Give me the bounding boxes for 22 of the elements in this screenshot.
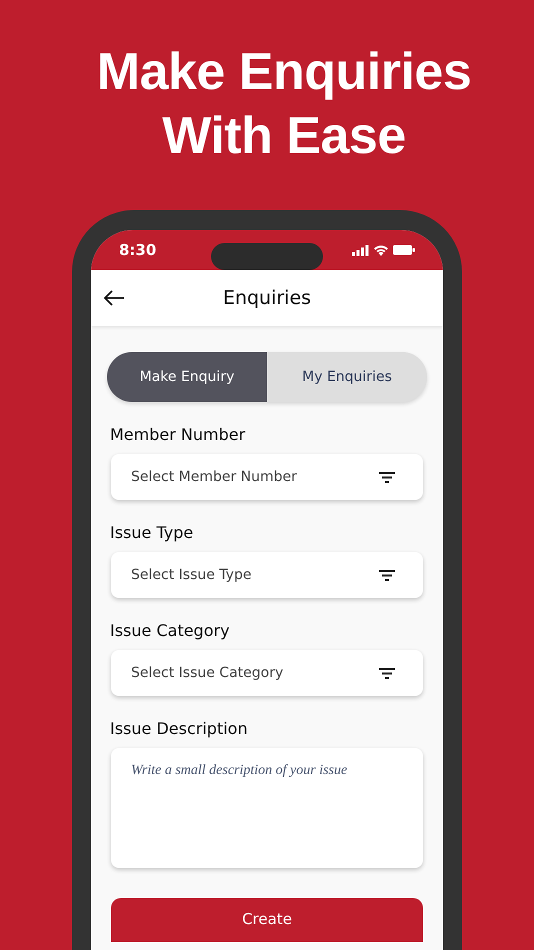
headline-line: With Ease (162, 106, 406, 167)
segment-tab[interactable]: Make Enquiry (107, 352, 267, 402)
field-label: Issue Type (110, 522, 194, 543)
headline-line: Make Enquiries (96, 42, 472, 103)
select-field[interactable]: Select Issue Category (111, 650, 423, 696)
status-time: 8:30 (119, 240, 156, 262)
create-button[interactable]: Create (111, 898, 423, 942)
screen-title: Enquiries (222, 286, 312, 311)
filter-icon[interactable] (379, 668, 395, 678)
battery-icon (393, 245, 415, 255)
select-field[interactable]: Select Member Number (111, 454, 423, 500)
field-label: Issue Category (110, 620, 231, 641)
field-label: Issue Description (110, 718, 249, 739)
segment-tab[interactable]: My Enquiries (267, 352, 427, 402)
description-field[interactable]: Write a small description of your issue (111, 748, 423, 868)
filter-icon[interactable] (379, 472, 395, 482)
filter-icon[interactable] (379, 570, 395, 580)
wifi-icon (373, 244, 389, 256)
signal-icon (352, 244, 369, 256)
field-label: Member Number (110, 424, 246, 445)
select-field[interactable]: Select Issue Type (111, 552, 423, 598)
back-arrow-icon[interactable] (103, 290, 125, 306)
